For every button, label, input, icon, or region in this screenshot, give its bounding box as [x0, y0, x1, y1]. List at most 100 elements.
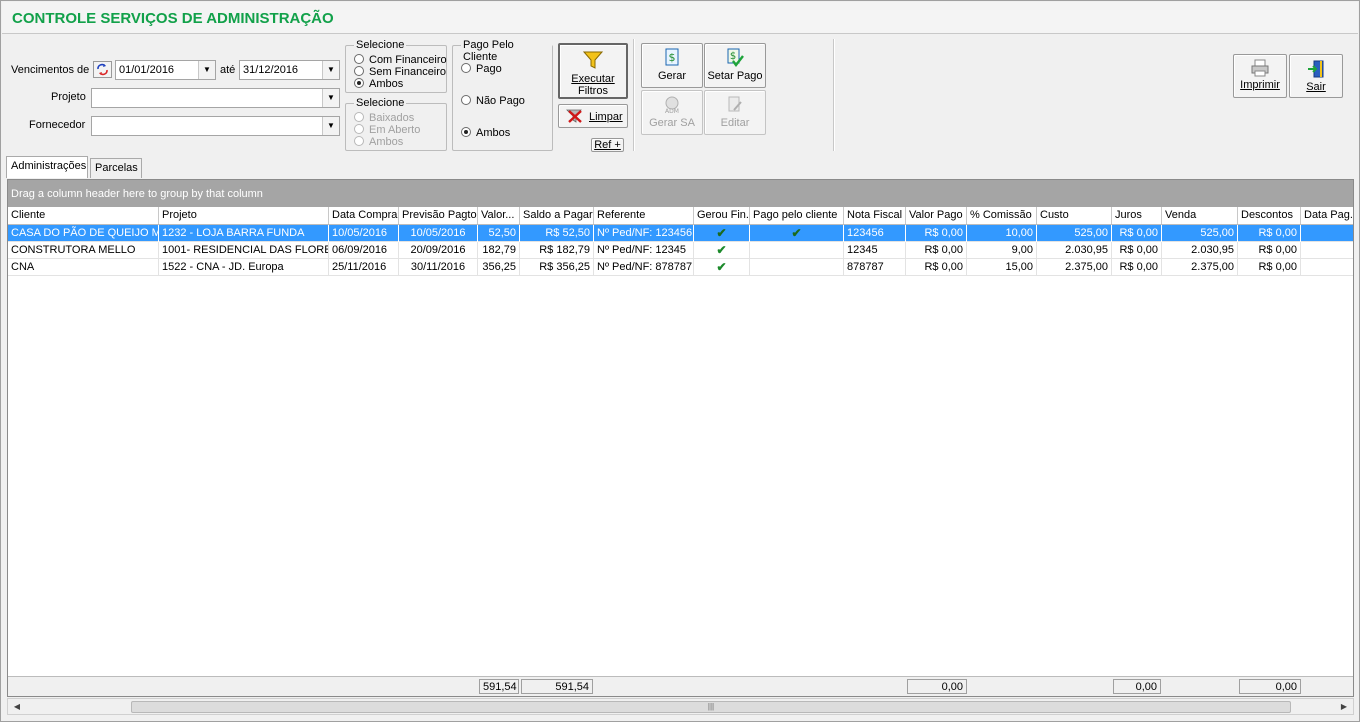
column-header-pago-cliente[interactable]: Pago pelo cliente: [750, 207, 844, 224]
fornecedor-select[interactable]: ▼: [91, 116, 340, 136]
tab-parcelas[interactable]: Parcelas: [90, 158, 142, 178]
chevron-down-icon[interactable]: ▼: [322, 61, 339, 79]
projeto-select[interactable]: ▼: [91, 88, 340, 108]
cell-valor-pago: R$ 0,00: [906, 225, 967, 242]
scroll-left-icon[interactable]: ◀: [10, 700, 24, 714]
table-row[interactable]: CASA DO PÃO DE QUEIJO MAR 1232 - LOJA BA…: [8, 225, 1353, 242]
gerar-button[interactable]: $ Gerar: [641, 43, 703, 88]
cell-custo: 525,00: [1037, 225, 1112, 242]
cell-venda: 2.375,00: [1162, 259, 1238, 276]
radio-pago[interactable]: Pago: [461, 63, 502, 75]
column-header-previsao-pagto[interactable]: Previsão Pagto: [399, 207, 478, 224]
data-grid: Drag a column header here to group by th…: [7, 179, 1354, 697]
total-juros: 0,00: [1113, 679, 1161, 694]
cell-previsao: 10/05/2016: [399, 225, 478, 242]
cell-referente: Nº Ped/NF: 12345: [594, 242, 694, 259]
horizontal-scrollbar[interactable]: ◀ ||| ▶: [7, 698, 1354, 715]
pago-cliente-group: Pago Pelo Cliente Pago Não Pago Ambos: [452, 39, 553, 151]
cell-juros: R$ 0,00: [1112, 259, 1162, 276]
cell-valor-pago: R$ 0,00: [906, 259, 967, 276]
chevron-down-icon[interactable]: ▼: [198, 61, 215, 79]
cell-comissao: 15,00: [967, 259, 1037, 276]
date-from-picker[interactable]: 01/01/2016 ▼: [115, 60, 216, 80]
cell-previsao: 20/09/2016: [399, 242, 478, 259]
column-header-referente[interactable]: Referente: [594, 207, 694, 224]
cell-previsao: 30/11/2016: [399, 259, 478, 276]
check-icon: ✔: [716, 226, 727, 240]
dollar-check-icon: $: [727, 48, 744, 67]
toolbar-separator: [633, 39, 635, 151]
cell-gerou-fin: ✔: [694, 242, 750, 259]
title-bar: CONTROLE SERVIÇOS DE ADMINISTRAÇÃO: [2, 2, 1358, 34]
cell-gerou-fin: ✔: [694, 225, 750, 242]
column-header-comissao[interactable]: % Comissão: [967, 207, 1037, 224]
cell-nota: 123456: [844, 225, 906, 242]
group-by-panel[interactable]: Drag a column header here to group by th…: [8, 180, 1353, 207]
vencimentos-label: Vencimentos de: [11, 64, 90, 76]
refresh-dates-button[interactable]: [93, 61, 112, 78]
svg-text:$: $: [730, 51, 736, 62]
check-icon: ✔: [716, 243, 727, 257]
column-header-custo[interactable]: Custo: [1037, 207, 1112, 224]
cell-descontos: R$ 0,00: [1238, 259, 1301, 276]
cell-valor-pago: R$ 0,00: [906, 242, 967, 259]
gerar-sa-button[interactable]: ADM Gerar SA: [641, 90, 703, 135]
column-header-cliente[interactable]: Cliente: [8, 207, 159, 224]
scroll-right-icon[interactable]: ▶: [1337, 700, 1351, 714]
total-descontos: 0,00: [1239, 679, 1301, 694]
radio-nao-pago[interactable]: Não Pago: [461, 95, 525, 107]
cell-saldo: R$ 52,50: [520, 225, 594, 242]
toolbar-separator: [833, 39, 835, 151]
setar-pago-button[interactable]: $ Setar Pago: [704, 43, 766, 88]
column-header-juros[interactable]: Juros: [1112, 207, 1162, 224]
ref-plus-button[interactable]: Ref +: [591, 138, 624, 152]
date-to-picker[interactable]: 31/12/2016 ▼: [239, 60, 340, 80]
cell-data-pag: [1301, 242, 1353, 259]
tab-administracoes[interactable]: Administrações: [6, 156, 88, 178]
editar-button[interactable]: Editar: [704, 90, 766, 135]
financeiro-group-title: Selecione: [354, 39, 407, 51]
table-row[interactable]: CONSTRUTORA MELLO 1001- RESIDENCIAL DAS …: [8, 242, 1353, 259]
executar-filtros-button[interactable]: Executar Filtros: [558, 43, 628, 99]
svg-text:$: $: [669, 51, 676, 64]
cell-valor: 356,25: [478, 259, 520, 276]
cell-cliente: CONSTRUTORA MELLO: [8, 242, 159, 259]
cell-referente: Nº Ped/NF: 878787: [594, 259, 694, 276]
cell-nota: 878787: [844, 259, 906, 276]
radio-ambos-pago[interactable]: Ambos: [461, 127, 510, 139]
table-row[interactable]: CNA 1522 - CNA - JD. Europa 25/11/2016 3…: [8, 259, 1353, 276]
cell-nota: 12345: [844, 242, 906, 259]
cell-valor: 52,50: [478, 225, 520, 242]
chevron-down-icon[interactable]: ▼: [322, 117, 339, 135]
limpar-button[interactable]: Limpar: [558, 104, 628, 128]
cell-data-compra: 10/05/2016: [329, 225, 399, 242]
cell-juros: R$ 0,00: [1112, 242, 1162, 259]
column-header-data-pag[interactable]: Data Pag...: [1301, 207, 1353, 224]
cell-comissao: 9,00: [967, 242, 1037, 259]
scrollbar-thumb[interactable]: |||: [131, 701, 1291, 713]
ate-label: até: [220, 64, 236, 76]
column-header-venda[interactable]: Venda: [1162, 207, 1238, 224]
column-header-valor[interactable]: Valor...: [478, 207, 520, 224]
sair-button[interactable]: Sair: [1289, 54, 1343, 98]
radio-ambos-financeiro[interactable]: Ambos: [354, 78, 403, 90]
column-header-nota-fiscal[interactable]: Nota Fiscal: [844, 207, 906, 224]
column-header-gerou-fin[interactable]: Gerou Fin.: [694, 207, 750, 224]
date-from-value: 01/01/2016: [119, 64, 175, 76]
check-icon: ✔: [716, 260, 727, 274]
chevron-down-icon[interactable]: ▼: [322, 89, 339, 107]
column-header-projeto[interactable]: Projeto: [159, 207, 329, 224]
adm-icon: ADM: [665, 96, 679, 115]
radio-sem-financeiro[interactable]: Sem Financeiro: [354, 66, 446, 78]
refresh-icon: [97, 63, 108, 76]
svg-text:ADM: ADM: [665, 108, 679, 115]
column-header-descontos[interactable]: Descontos: [1238, 207, 1301, 224]
financeiro-group: Selecione Com Financeiro Sem Financeiro …: [345, 39, 447, 93]
column-header-data-compra[interactable]: Data Compra: [329, 207, 399, 224]
column-header-valor-pago[interactable]: Valor Pago: [906, 207, 967, 224]
baixados-group-title: Selecione: [354, 97, 407, 109]
column-header-saldo-pagar[interactable]: Saldo a Pagar: [520, 207, 594, 224]
cell-saldo: R$ 182,79: [520, 242, 594, 259]
imprimir-button[interactable]: Imprimir: [1233, 54, 1287, 98]
radio-com-financeiro[interactable]: Com Financeiro: [354, 54, 447, 66]
